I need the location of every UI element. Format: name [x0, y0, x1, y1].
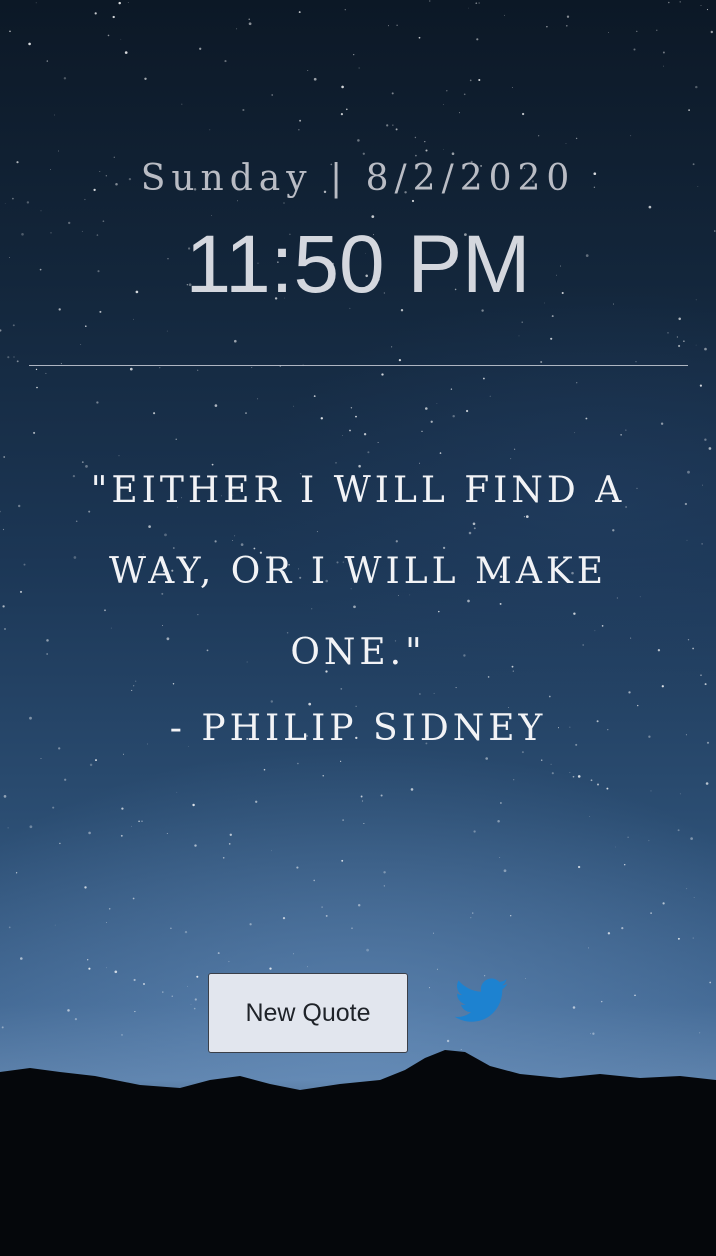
clock-time: 11:50 PM [185, 219, 531, 310]
quote-text: "Either I will find a way, or I will mak… [90, 470, 626, 673]
twitter-icon[interactable] [455, 978, 509, 1024]
quote-author: - Philip Sidney [169, 708, 547, 749]
divider [29, 365, 688, 366]
new-quote-button[interactable]: New Quote [208, 973, 408, 1053]
date-line: Sunday | 8/2/2020 [0, 158, 716, 199]
date-label: 8/2/2020 [365, 158, 576, 199]
day-label: Sunday [140, 158, 313, 199]
date-separator: | [330, 158, 349, 199]
